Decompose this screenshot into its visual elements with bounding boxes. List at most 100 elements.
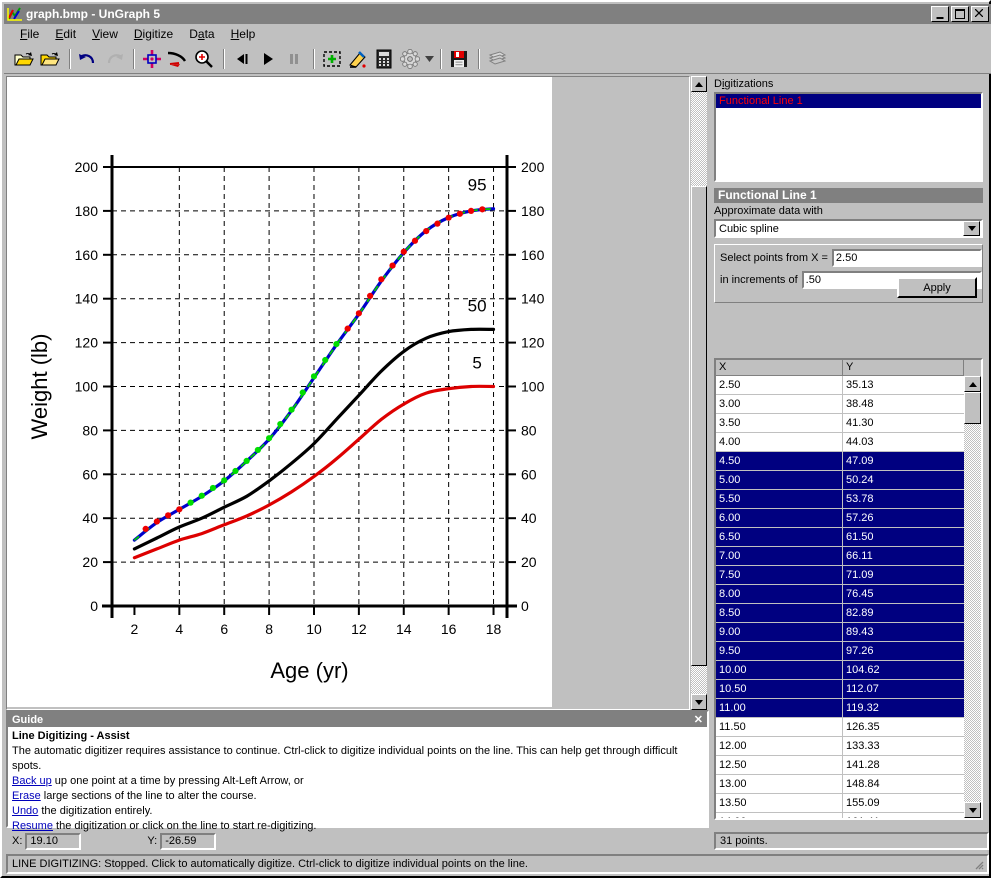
table-row[interactable]: 7.00 66.11 <box>716 547 964 566</box>
table-body[interactable]: 2.50 35.13 3.00 38.48 3.50 41.30 4.00 44.03 4.50… <box>716 376 964 818</box>
table-row[interactable]: 10.00 104.62 <box>716 661 964 680</box>
table-row[interactable]: 6.50 61.50 <box>716 528 964 547</box>
cell-y[interactable]: 126.35 <box>843 718 964 736</box>
minimize-button[interactable] <box>931 6 949 22</box>
calculator-icon[interactable] <box>372 47 396 70</box>
cell-y[interactable]: 71.09 <box>843 566 964 584</box>
cell-x[interactable]: 10.50 <box>716 680 843 698</box>
scroll-up-button[interactable] <box>691 76 707 92</box>
table-row[interactable]: 2.50 35.13 <box>716 376 964 395</box>
table-row[interactable]: 8.00 76.45 <box>716 585 964 604</box>
open-icon[interactable] <box>12 47 36 70</box>
menu-file[interactable]: File <box>12 25 47 43</box>
axis-point-icon[interactable] <box>140 47 164 70</box>
close-icon[interactable]: ✕ <box>694 713 703 726</box>
cell-x[interactable]: 5.50 <box>716 490 843 508</box>
cell-y[interactable]: 141.28 <box>843 756 964 774</box>
erase-link[interactable]: Erase <box>12 790 41 802</box>
cell-y[interactable]: 161.41 <box>843 813 964 818</box>
cell-x[interactable]: 7.00 <box>716 547 843 565</box>
erase-icon[interactable] <box>346 47 370 70</box>
table-row[interactable]: 12.50 141.28 <box>716 756 964 775</box>
cell-y[interactable]: 76.45 <box>843 585 964 603</box>
cell-x[interactable]: 9.50 <box>716 642 843 660</box>
close-button[interactable] <box>971 6 989 22</box>
cell-x[interactable]: 2.50 <box>716 376 843 394</box>
cell-x[interactable]: 13.00 <box>716 775 843 793</box>
chart[interactable]: 0 0 20 20 40 40 60 60 80 80 100 100 120 120 140 140 160 1… <box>7 77 552 707</box>
menu-data[interactable]: Data <box>181 25 222 43</box>
settings-icon[interactable] <box>398 47 422 70</box>
column-header-y[interactable]: Y <box>843 360 964 376</box>
plot-pane[interactable]: 0 0 20 20 40 40 60 60 80 80 100 100 120 120 140 140 160 1… <box>6 76 690 710</box>
table-row[interactable]: 5.00 50.24 <box>716 471 964 490</box>
cell-x[interactable]: 13.50 <box>716 794 843 812</box>
column-header-x[interactable]: X <box>716 360 843 376</box>
table-row[interactable]: 3.50 41.30 <box>716 414 964 433</box>
table-row[interactable]: 9.00 89.43 <box>716 623 964 642</box>
maximize-button[interactable] <box>951 6 969 22</box>
back-up-link[interactable]: Back up <box>12 775 52 787</box>
cell-y[interactable]: 61.50 <box>843 528 964 546</box>
table-row[interactable]: 11.50 126.35 <box>716 718 964 737</box>
cell-y[interactable]: 41.30 <box>843 414 964 432</box>
table-scroll-down-button[interactable] <box>964 802 981 818</box>
zoom-icon[interactable] <box>192 47 216 70</box>
cell-x[interactable]: 9.00 <box>716 623 843 641</box>
table-row[interactable]: 9.50 97.26 <box>716 642 964 661</box>
cell-y[interactable]: 89.43 <box>843 623 964 641</box>
cell-x[interactable]: 12.50 <box>716 756 843 774</box>
table-row[interactable]: 10.50 112.07 <box>716 680 964 699</box>
table-row[interactable]: 13.50 155.09 <box>716 794 964 813</box>
cell-y[interactable]: 53.78 <box>843 490 964 508</box>
cell-x[interactable]: 10.00 <box>716 661 843 679</box>
cell-y[interactable]: 119.32 <box>843 699 964 717</box>
cell-y[interactable]: 82.89 <box>843 604 964 622</box>
resume-link[interactable]: Resume <box>12 820 53 832</box>
cell-y[interactable]: 133.33 <box>843 737 964 755</box>
cell-x[interactable]: 12.00 <box>716 737 843 755</box>
table-row[interactable]: 7.50 71.09 <box>716 566 964 585</box>
cell-x[interactable]: 4.00 <box>716 433 843 451</box>
resize-grip-icon[interactable] <box>972 858 984 870</box>
redo-icon[interactable] <box>102 47 126 70</box>
scroll-down-button[interactable] <box>691 694 707 710</box>
cell-x[interactable]: 8.00 <box>716 585 843 603</box>
digitize-curve-icon[interactable] <box>166 47 190 70</box>
cell-y[interactable]: 104.62 <box>843 661 964 679</box>
cell-y[interactable]: 148.84 <box>843 775 964 793</box>
dropdown-arrow-icon[interactable] <box>424 47 435 70</box>
table-row[interactable]: 6.00 57.26 <box>716 509 964 528</box>
table-vertical-scrollbar[interactable] <box>964 376 981 818</box>
save-icon[interactable] <box>447 47 471 70</box>
table-row[interactable]: 14.00161.41 <box>716 813 964 818</box>
cell-y[interactable]: 50.24 <box>843 471 964 489</box>
cell-x[interactable]: 11.00 <box>716 699 843 717</box>
cell-x[interactable]: 6.50 <box>716 528 843 546</box>
table-scroll-track[interactable] <box>964 392 981 802</box>
cell-y[interactable]: 44.03 <box>843 433 964 451</box>
cell-y[interactable]: 155.09 <box>843 794 964 812</box>
cell-x[interactable]: 7.50 <box>716 566 843 584</box>
menu-edit[interactable]: Edit <box>47 25 84 43</box>
cell-x[interactable]: 5.00 <box>716 471 843 489</box>
table-row[interactable]: 4.00 44.03 <box>716 433 964 452</box>
digitizations-listbox[interactable]: Functional Line 1 <box>714 92 983 182</box>
cell-y[interactable]: 66.11 <box>843 547 964 565</box>
undo-icon[interactable] <box>76 47 100 70</box>
table-row[interactable]: 12.00 133.33 <box>716 737 964 756</box>
cell-x[interactable]: 14.00 <box>716 813 843 818</box>
table-row[interactable]: 5.50 53.78 <box>716 490 964 509</box>
table-row[interactable]: 11.00 119.32 <box>716 699 964 718</box>
cell-y[interactable]: 47.09 <box>843 452 964 470</box>
menu-help[interactable]: Help <box>223 25 264 43</box>
undo-link[interactable]: Undo <box>12 805 38 817</box>
cell-x[interactable]: 8.50 <box>716 604 843 622</box>
list-item[interactable]: Functional Line 1 <box>716 94 981 108</box>
cell-x[interactable]: 3.00 <box>716 395 843 413</box>
open-recent-icon[interactable] <box>38 47 62 70</box>
step-back-icon[interactable] <box>230 47 254 70</box>
points-table[interactable]: X Y 2.50 35.13 3.00 38.48 3.50 41.30 4.00 44.03… <box>714 358 983 820</box>
add-selection-icon[interactable] <box>320 47 344 70</box>
book-icon[interactable] <box>485 47 509 70</box>
